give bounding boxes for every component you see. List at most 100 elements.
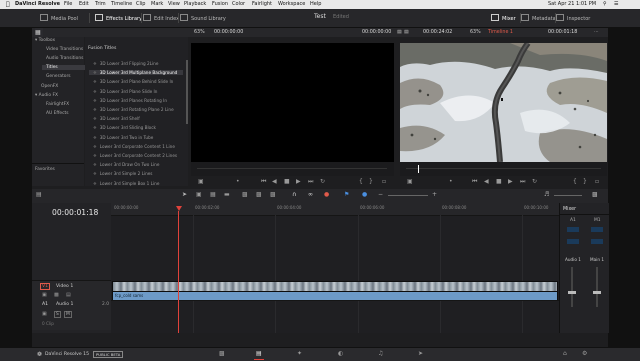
source-zoom[interactable]: 63% (194, 30, 205, 35)
replace-clip-icon[interactable]: ▩ (270, 191, 276, 198)
a1-badge[interactable]: A1 (42, 302, 48, 307)
menu-fairlight[interactable]: Fairlight (252, 0, 272, 9)
mute-button[interactable]: M (64, 311, 72, 318)
speaker-icon[interactable]: ♬ (544, 191, 549, 198)
toolbox-item-toolbox[interactable]: ▾ Toolbox (35, 38, 55, 43)
menu-mark[interactable]: Mark (151, 0, 163, 9)
playhead-head[interactable] (176, 206, 182, 211)
marker-icon[interactable]: ● (362, 191, 367, 198)
toolbox-item-titles[interactable]: Titles (42, 65, 86, 70)
viewer-options-icon[interactable]: ▣ (407, 176, 413, 188)
match-frame-icon[interactable]: ▫ (595, 176, 599, 188)
viewer-layout-icon[interactable]: ▤ (397, 30, 402, 35)
go-to-start-icon[interactable]: ⏮ (472, 176, 477, 188)
library-item[interactable]: ❖ 3D Lower 3rd Planes Rotating In (93, 98, 167, 103)
position-lock-icon[interactable]: ● (324, 191, 329, 198)
match-frame-icon[interactable]: ▫ (382, 176, 386, 188)
trim-tool-icon[interactable]: ▣ (196, 191, 202, 198)
settings-icon[interactable]: ⚙ (582, 350, 587, 357)
mark-out-icon[interactable]: } (583, 176, 587, 188)
dynamic-trim-icon[interactable]: ▦ (210, 191, 216, 198)
edit-page-icon[interactable]: ▤ (256, 350, 262, 357)
library-item[interactable]: ❖ 3D Lower 3rd Multiplane Background (89, 70, 183, 76)
apple-icon[interactable]:  (6, 0, 10, 9)
play-icon[interactable]: ▶ (508, 176, 513, 188)
library-item[interactable]: ❖ 3D Lower 3rd Shelf (93, 116, 140, 121)
menu-view[interactable]: View (168, 0, 180, 9)
library-item[interactable]: ❖ 3D Lower 3rd Flipping 2Line (93, 61, 158, 66)
toolbox-item-generators[interactable]: Generators (46, 74, 71, 79)
fairlight-page-icon[interactable]: ♫ (378, 350, 383, 357)
zoom-in-icon[interactable]: + (432, 191, 437, 198)
library-item[interactable]: ❖ Lower 3rd Draw On Two Line (93, 162, 159, 167)
timeline-viewer[interactable] (400, 43, 607, 162)
menu-clip[interactable]: Clip (136, 0, 145, 9)
media-page-icon[interactable]: ▩ (219, 350, 225, 357)
library-item[interactable]: ❖ Lower 3rd Corporate Content 1 Line (93, 144, 175, 149)
search-icon[interactable]: ⚲ (603, 0, 607, 9)
track-visibility-icon[interactable]: ▤ (66, 292, 71, 298)
media-pool-button[interactable]: Media Pool (40, 14, 78, 23)
menu-edit[interactable]: Edit (79, 0, 89, 9)
dynamics-button[interactable] (567, 239, 579, 244)
playhead-line[interactable] (178, 211, 179, 333)
audio-track-name[interactable]: Audio 1 (56, 302, 73, 307)
menu-workspace[interactable]: Workspace (278, 0, 305, 9)
audio-track-header[interactable]: A1 Audio 1 2.0 ▣ S M 0 Clip (32, 300, 111, 330)
library-item[interactable]: ❖ Lower 3rd Corporate Content 2 Lines (93, 153, 177, 158)
audio-fader[interactable] (568, 291, 576, 294)
go-to-end-icon[interactable]: ⏭ (520, 176, 525, 188)
overwrite-clip-icon[interactable]: ▩ (256, 191, 262, 198)
insert-clip-icon[interactable]: ▩ (242, 191, 248, 198)
play-reverse-icon[interactable]: ◀ (272, 176, 277, 188)
source-scrubber[interactable] (191, 162, 394, 176)
viewer-options-icon[interactable]: ▣ (198, 176, 204, 188)
selection-tool-icon[interactable]: ➤ (182, 191, 187, 198)
zoom-slider[interactable] (388, 195, 428, 196)
play-icon[interactable]: ▶ (296, 176, 301, 188)
lock-track-icon[interactable]: ▣ (42, 292, 47, 298)
go-to-end-icon[interactable]: ⏭ (308, 176, 313, 188)
link-icon[interactable]: ∞ (308, 191, 313, 198)
metadata-button[interactable]: Metadata (521, 14, 556, 23)
library-item[interactable]: ❖ 3D Lower 3rd Plane Behind Slide In (93, 79, 173, 84)
flag-icon[interactable]: ⚑ (344, 191, 349, 198)
deliver-page-icon[interactable]: ➤ (418, 350, 423, 357)
timeline-scrubber[interactable] (400, 162, 607, 176)
sound-library-button[interactable]: Sound Library (180, 14, 226, 23)
mixer-button[interactable]: Mixer (491, 14, 516, 23)
source-viewer[interactable] (191, 43, 394, 162)
loop-icon[interactable]: ↻ (532, 176, 537, 188)
blade-tool-icon[interactable]: ▬ (224, 191, 230, 198)
lock-track-icon[interactable]: ▣ (42, 311, 47, 317)
video-track-header[interactable]: V1 Video 1 ▣ ▩ ▤ (32, 280, 111, 302)
audio-meter-icon[interactable]: ▩ (592, 191, 598, 198)
go-to-start-icon[interactable]: ⏮ (261, 176, 266, 188)
stop-icon[interactable]: ■ (496, 176, 502, 188)
video-track-name[interactable]: Video 1 (56, 284, 73, 289)
more-options-icon[interactable]: ⋯ (594, 30, 599, 35)
v1-badge[interactable]: V1 (40, 283, 51, 290)
inspector-button[interactable]: Inspector (556, 14, 590, 23)
eq-button[interactable] (591, 227, 603, 232)
eq-button[interactable] (567, 227, 579, 232)
fusion-page-icon[interactable]: ✦ (297, 350, 302, 357)
toolbox-item-fairlightfx[interactable]: FairlightFX (46, 102, 69, 107)
effects-library-button[interactable]: Effects Library (95, 14, 142, 23)
timeline-name-dropdown[interactable]: Timeline 1 (488, 30, 513, 35)
library-item[interactable]: ❖ Lower 3rd Simple 2 Lines (93, 171, 152, 176)
menu-app-name[interactable]: DaVinci Resolve (15, 0, 60, 9)
solo-button[interactable]: S (54, 311, 61, 318)
toolbox-item-audiofx[interactable]: ▾ Audio FX (35, 93, 58, 98)
mark-out-icon[interactable]: } (369, 176, 373, 188)
mark-in-icon[interactable]: { (359, 176, 363, 188)
main-fader[interactable] (593, 291, 601, 294)
library-item[interactable]: ❖ Lower 3rd Simple Box 1 Line (93, 181, 159, 186)
color-page-icon[interactable]: ◐ (338, 350, 343, 357)
mark-in-icon[interactable]: { (573, 176, 577, 188)
timeline-view-icon[interactable]: ▤ (36, 191, 42, 198)
toolbox-item-audio-transitions[interactable]: Audio Transitions (46, 56, 83, 61)
snapping-icon[interactable]: ∩ (292, 191, 296, 198)
menu-file[interactable]: File (64, 0, 72, 9)
volume-slider[interactable] (554, 195, 582, 196)
